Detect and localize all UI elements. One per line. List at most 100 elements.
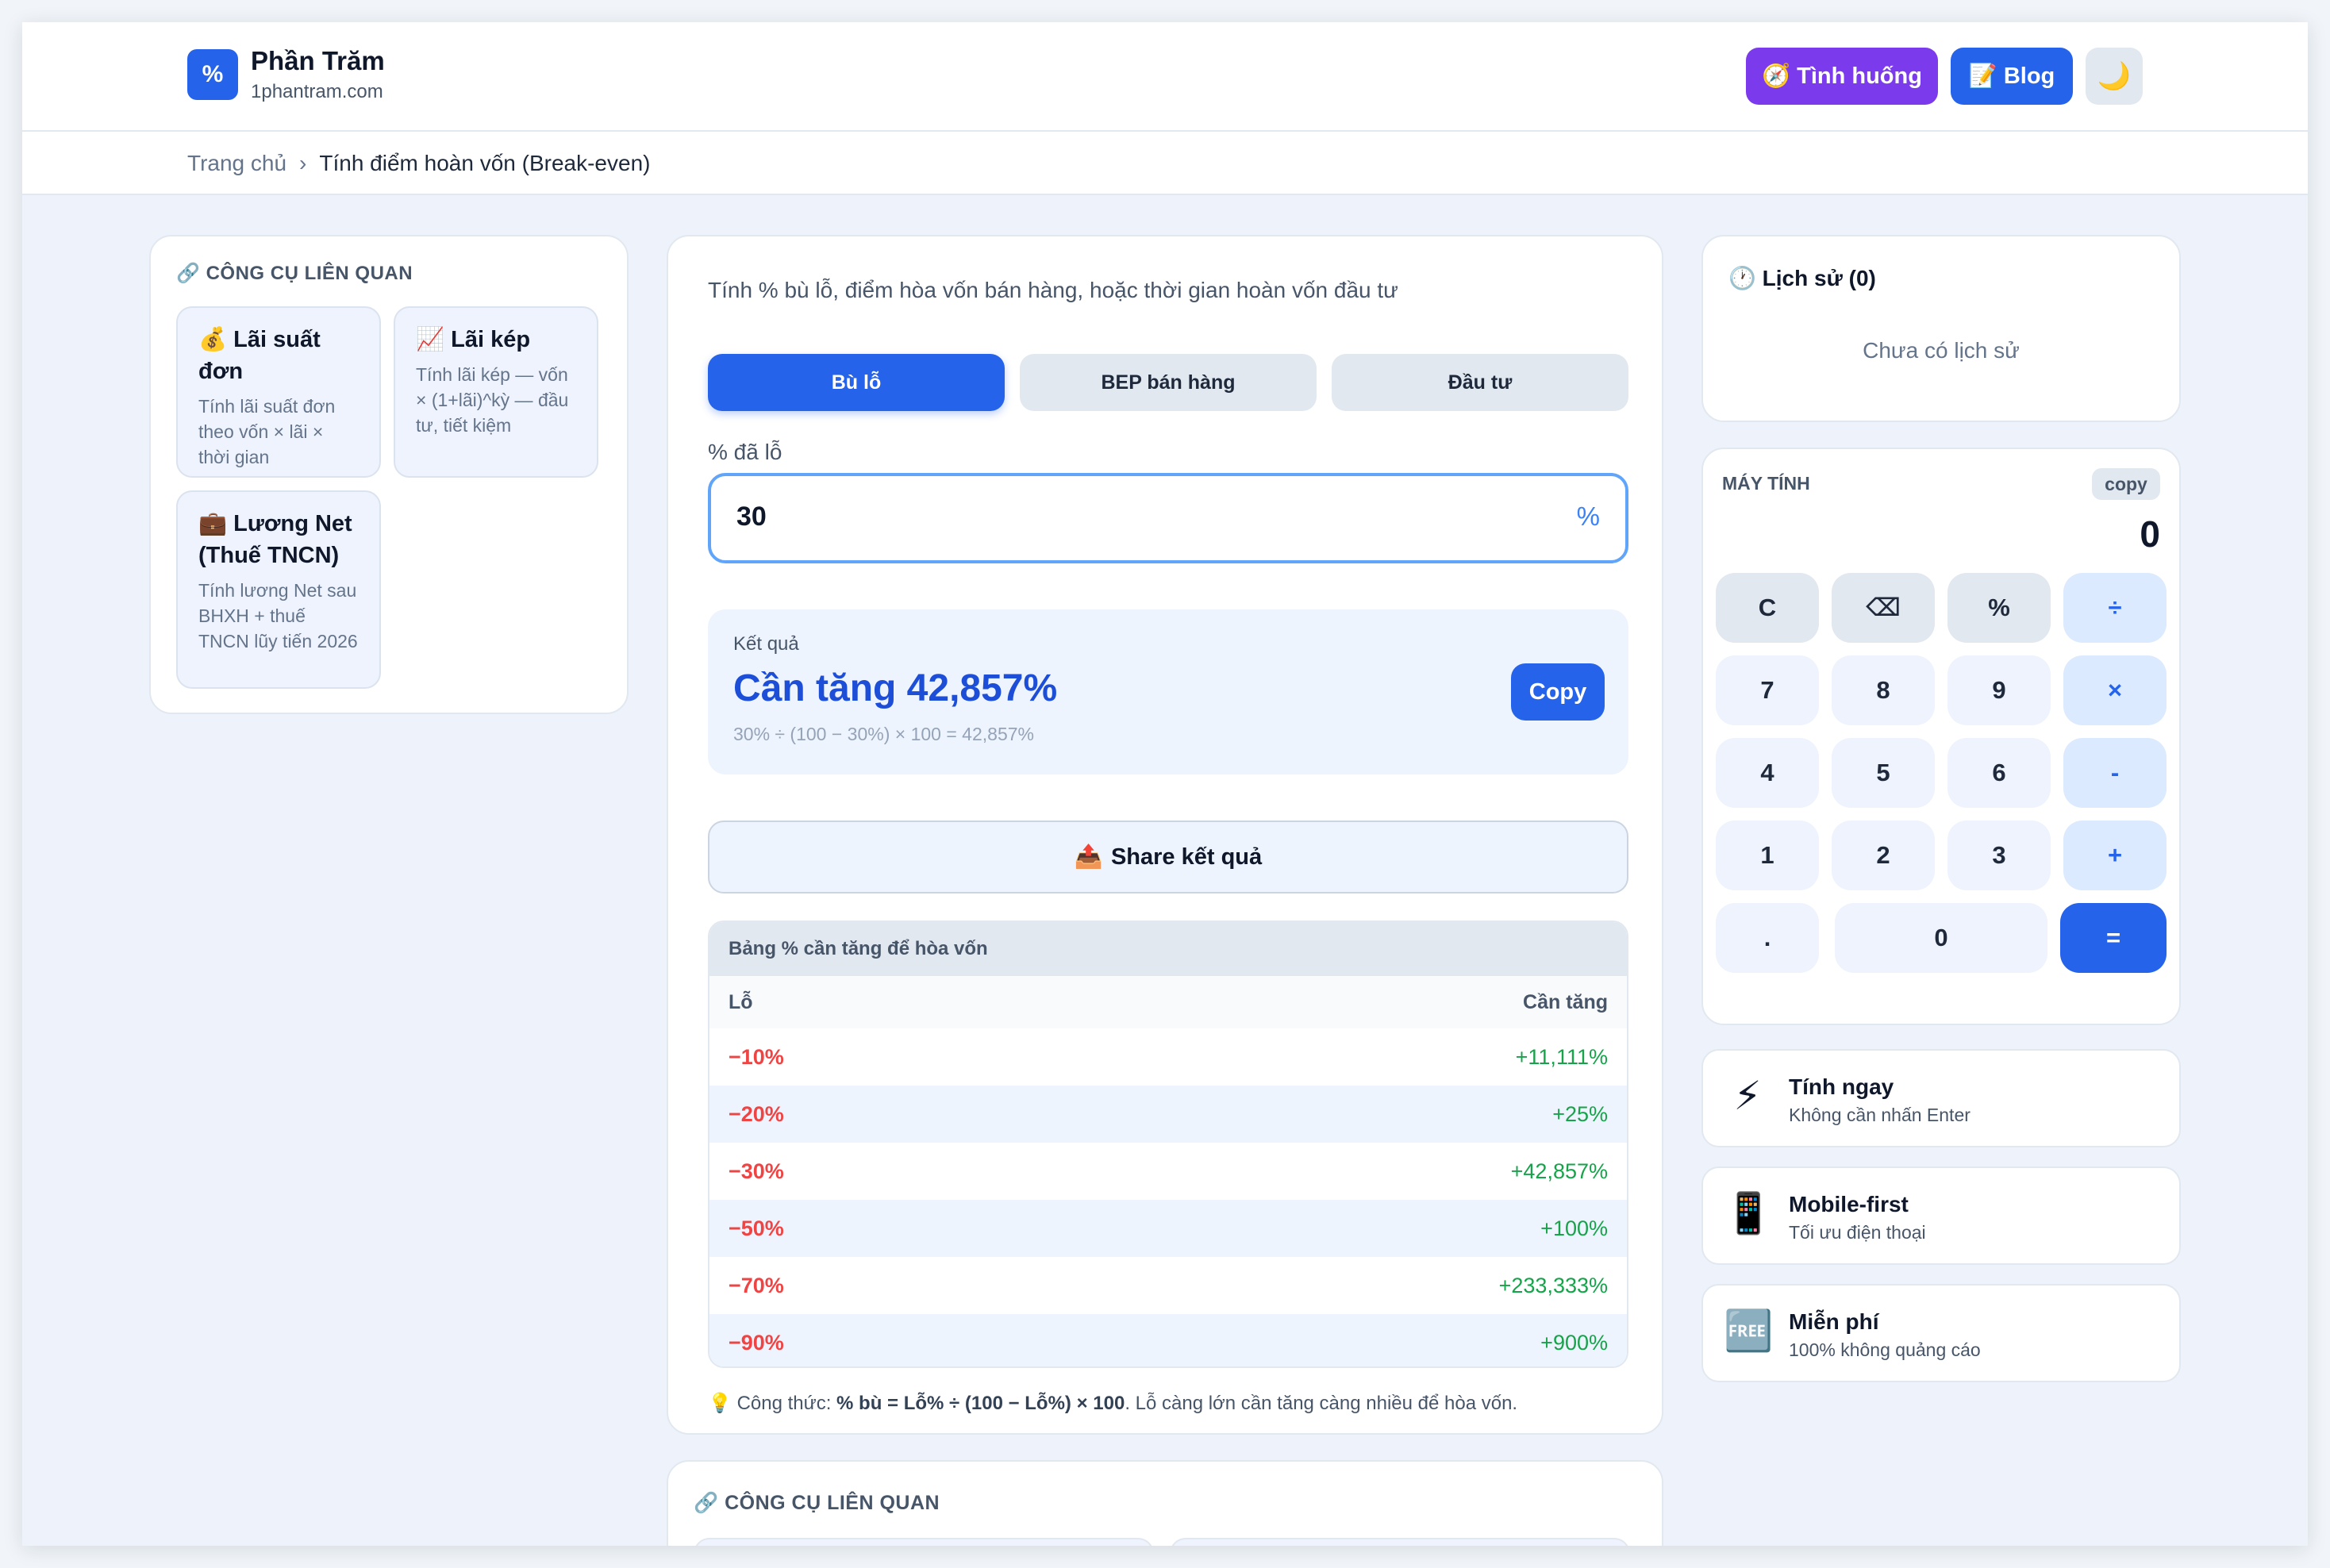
breadcrumb-bar: Trang chủ › Tính điểm hoàn vốn (Break-ev… [22, 132, 2308, 195]
blog-label: Blog [2003, 63, 2055, 89]
percent-unit: % [1576, 502, 1600, 531]
tool-desc: Tính lãi suất đơn theo vốn × lãi × thời … [198, 396, 336, 467]
related-tools-bottom-title: CÔNG CỤ LIÊN QUAN [725, 1492, 940, 1514]
share-result-button[interactable]: 📤 Share kết quả [708, 821, 1628, 894]
calculator-display: 0 [2140, 513, 2160, 555]
key-multiply[interactable]: × [2063, 655, 2167, 725]
key-8[interactable]: 8 [1832, 655, 1935, 725]
related-tool-tile[interactable] [1170, 1538, 1630, 1546]
tool-simple-interest[interactable]: 💰 Lãi suất đơn Tính lãi suất đơn theo vố… [176, 306, 381, 478]
gain-cell: +25% [1552, 1101, 1608, 1126]
gain-cell: +233,333% [1498, 1273, 1608, 1297]
tab-sales-bep[interactable]: BEP bán hàng [1020, 354, 1317, 411]
history-title: 🕐 Lịch sử (0) [1728, 265, 1876, 291]
loss-cell: −90% [729, 1330, 784, 1355]
tool-desc: Tính lãi kép — vốn × (1+lãi)^kỳ — đầu tư… [416, 364, 569, 436]
table-row: −10% +11,111% [709, 1028, 1627, 1086]
related-tool-tile[interactable] [694, 1538, 1154, 1546]
table-row: −20% +25% [709, 1086, 1627, 1143]
feature-title: Miễn phí [1789, 1309, 1879, 1334]
note-suffix: . Lỗ càng lớn cần tăng càng nhiều để hòa… [1125, 1393, 1518, 1414]
calculator-copy-button[interactable]: copy [2092, 468, 2160, 500]
scenarios-button[interactable]: 🧭 Tình huống [1746, 48, 1938, 105]
link-icon: 🔗 [694, 1492, 719, 1514]
gain-cell: +900% [1540, 1330, 1608, 1355]
key-9[interactable]: 9 [1947, 655, 2051, 725]
tool-title: 📈 Lãi kép [416, 327, 531, 352]
gain-cell: +100% [1540, 1216, 1608, 1240]
key-minus[interactable]: - [2063, 738, 2167, 808]
theme-toggle-button[interactable]: 🌙 [2086, 48, 2143, 105]
feature-title: Tính ngay [1789, 1074, 1894, 1099]
tab-loss-recovery[interactable]: Bù lỗ [708, 354, 1005, 411]
feature-free: 🆓 Miễn phí 100% không quảng cáo [1701, 1284, 2181, 1382]
tool-net-salary[interactable]: 💼 Lương Net (Thuế TNCN) Tính lương Net s… [176, 490, 381, 689]
feature-desc: Không cần nhấn Enter [1789, 1105, 1971, 1125]
tab-investment[interactable]: Đầu tư [1332, 354, 1628, 411]
related-tools-bottom-heading: 🔗 CÔNG CỤ LIÊN QUAN [694, 1492, 940, 1515]
key-2[interactable]: 2 [1832, 821, 1935, 890]
mini-calculator: MÁY TÍNH copy 0 C ⌫ % ÷ 7 8 9 × 4 5 6 - … [1701, 448, 2181, 1025]
column-header-loss: Lỗ [729, 990, 753, 1013]
result-label: Kết quả [733, 633, 799, 655]
feature-instant: ⚡ Tính ngay Không cần nhấn Enter [1701, 1049, 2181, 1147]
feature-title: Mobile-first [1789, 1192, 1909, 1216]
loss-percent-value[interactable]: 30 [736, 502, 767, 532]
result-formula: 30% ÷ (100 − 30%) × 100 = 42,857% [733, 724, 1034, 744]
related-tools-title: CÔNG CỤ LIÊN QUAN [206, 263, 413, 284]
key-7[interactable]: 7 [1716, 655, 1819, 725]
gain-cell: +42,857% [1510, 1159, 1608, 1183]
brand-title[interactable]: Phần Trăm [251, 46, 385, 76]
formula-note: 💡 Công thức: % bù = Lỗ% ÷ (100 − Lỗ%) × … [708, 1392, 1517, 1415]
key-clear[interactable]: C [1716, 573, 1819, 643]
lightning-icon: ⚡ [1733, 1074, 1762, 1118]
note-formula: % bù = Lỗ% ÷ (100 − Lỗ%) × 100 [836, 1393, 1125, 1414]
key-5[interactable]: 5 [1832, 738, 1935, 808]
mobile-phone-icon: 📱 [1724, 1191, 1774, 1236]
table-row: −30% +42,857% [709, 1143, 1627, 1200]
key-percent[interactable]: % [1947, 573, 2051, 643]
table-row: −70% +233,333% [709, 1257, 1627, 1314]
moon-icon: 🌙 [2097, 61, 2132, 91]
blog-button[interactable]: 📝 Blog [1951, 48, 2073, 105]
loss-cell: −10% [729, 1044, 784, 1069]
key-4[interactable]: 4 [1716, 738, 1819, 808]
clock-icon: 🕐 [1728, 266, 1756, 290]
related-tools-bottom-card: 🔗 CÔNG CỤ LIÊN QUAN [667, 1460, 1663, 1546]
calculator-intro: Tính % bù lỗ, điểm hòa vốn bán hàng, hoặ… [708, 278, 1398, 302]
loss-percent-input[interactable]: 30 % [708, 473, 1628, 563]
key-backspace[interactable]: ⌫ [1832, 573, 1935, 643]
loss-percent-label: % đã lỗ [708, 440, 782, 464]
key-plus[interactable]: + [2063, 821, 2167, 890]
note-prefix: Công thức: [736, 1393, 837, 1414]
copy-result-button[interactable]: Copy [1511, 663, 1605, 721]
feature-desc: Tối ưu điện thoại [1789, 1222, 1926, 1243]
table-header: Lỗ Cần tăng [709, 976, 1627, 1028]
break-even-calculator-card: Tính % bù lỗ, điểm hòa vốn bán hàng, hoặ… [667, 235, 1663, 1435]
tool-title: 💼 Lương Net (Thuế TNCN) [198, 511, 352, 568]
key-0[interactable]: 0 [1835, 903, 2047, 973]
key-decimal[interactable]: . [1716, 903, 1819, 973]
breadcrumb: Trang chủ › Tính điểm hoàn vốn (Break-ev… [187, 151, 650, 176]
mini-calculator-label: MÁY TÍNH [1722, 473, 1810, 494]
recovery-table: Bảng % cần tăng để hòa vốn Lỗ Cần tăng −… [708, 920, 1628, 1368]
key-divide[interactable]: ÷ [2063, 573, 2167, 643]
breadcrumb-current: Tính điểm hoàn vốn (Break-even) [319, 151, 651, 175]
result-panel: Kết quả Cần tăng 42,857% 30% ÷ (100 − 30… [708, 609, 1628, 774]
share-label: Share kết quả [1110, 844, 1263, 870]
key-1[interactable]: 1 [1716, 821, 1819, 890]
compass-icon: 🧭 [1762, 63, 1791, 89]
key-6[interactable]: 6 [1947, 738, 2051, 808]
memo-icon: 📝 [1968, 63, 1997, 89]
tool-title: 💰 Lãi suất đơn [198, 327, 321, 384]
related-tools-heading: 🔗 CÔNG CỤ LIÊN QUAN [176, 262, 413, 285]
key-equals[interactable]: = [2060, 903, 2167, 973]
logo-icon[interactable]: % [187, 49, 238, 100]
key-3[interactable]: 3 [1947, 821, 2051, 890]
tool-compound-interest[interactable]: 📈 Lãi kép Tính lãi kép — vốn × (1+lãi)^k… [394, 306, 598, 478]
table-row: −50% +100% [709, 1200, 1627, 1257]
loss-cell: −30% [729, 1159, 784, 1183]
breadcrumb-home-link[interactable]: Trang chủ [187, 151, 286, 176]
brand-domain: 1phantram.com [251, 81, 383, 102]
top-header: % Phần Trăm 1phantram.com 🧭 Tình huống 📝… [22, 22, 2308, 132]
